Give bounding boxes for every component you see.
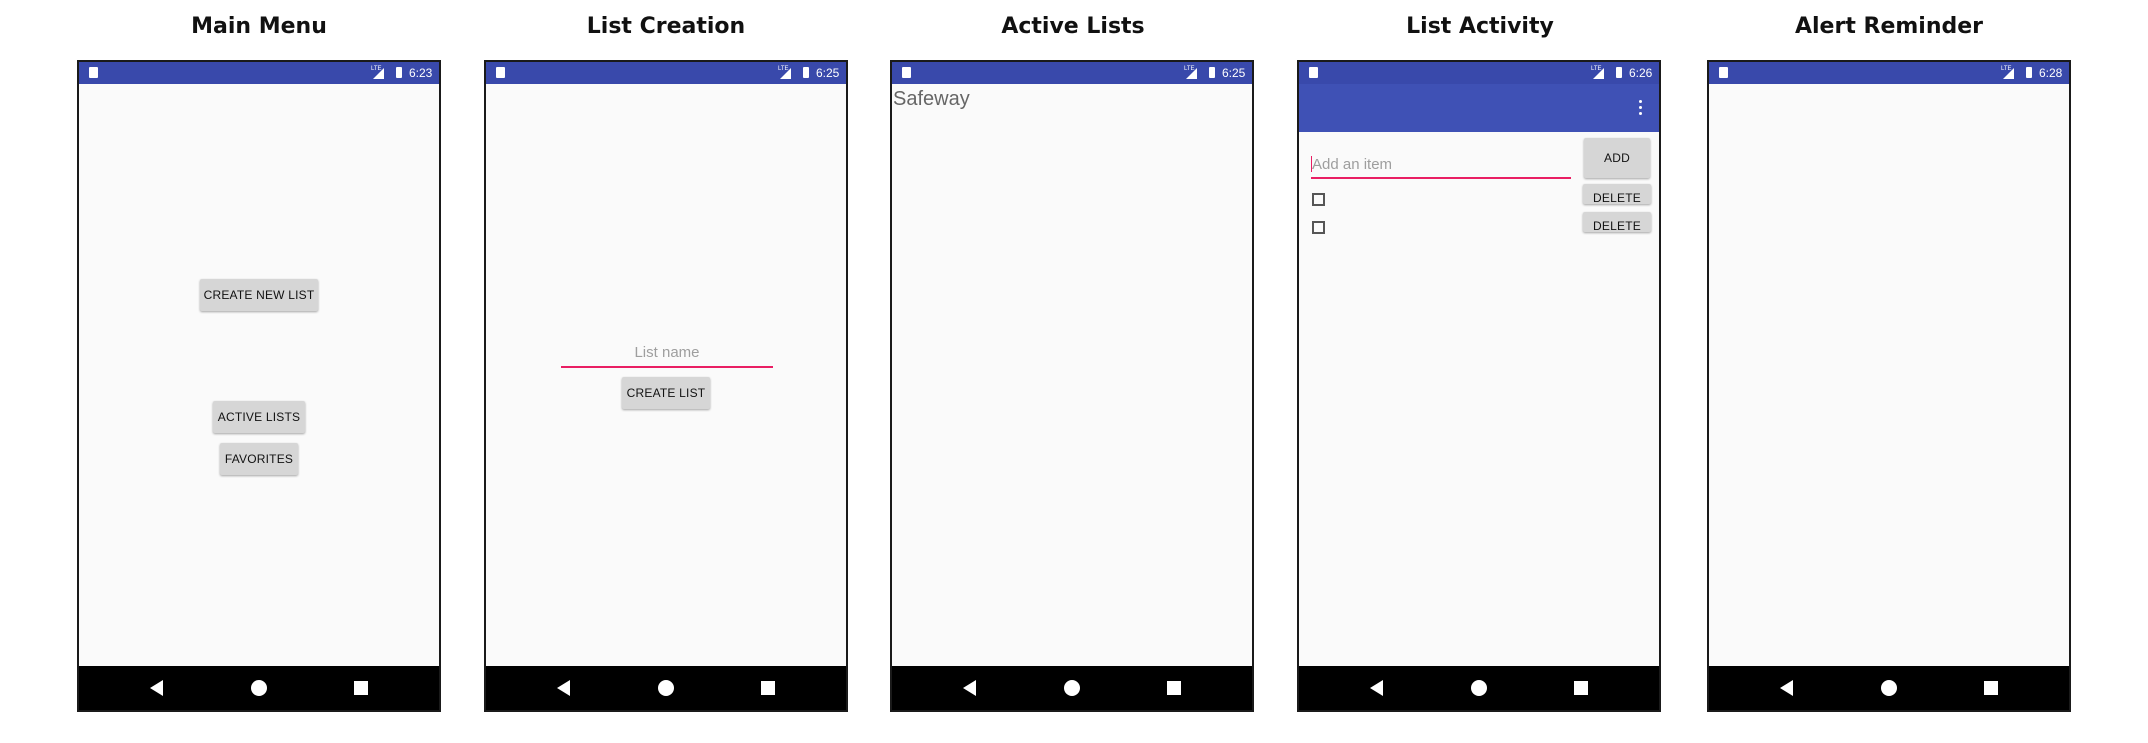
signal-icon: [373, 68, 384, 79]
add-item-input[interactable]: Add an item: [1311, 150, 1571, 180]
create-list-button[interactable]: CREATE LIST: [622, 377, 710, 409]
phone-list-creation: LTE 6:25 List name CREATE LIST: [484, 60, 848, 712]
status-time: 6:23: [409, 66, 433, 80]
back-icon[interactable]: [1370, 680, 1383, 696]
navigation-bar: [486, 666, 846, 710]
recents-icon[interactable]: [1574, 681, 1588, 695]
sd-card-icon: [1719, 67, 1728, 78]
add-item-underline: [1311, 177, 1571, 179]
status-bar: LTE 6:28: [1709, 62, 2069, 84]
status-bar: LTE 6:25: [486, 62, 846, 84]
home-icon[interactable]: [1881, 680, 1897, 696]
sd-card-icon: [89, 67, 98, 78]
battery-icon: [396, 67, 402, 78]
battery-icon: [1616, 67, 1622, 78]
home-icon[interactable]: [1064, 680, 1080, 696]
active-lists-button[interactable]: ACTIVE LISTS: [213, 401, 305, 433]
signal-icon: [1593, 68, 1604, 79]
status-time: 6:28: [2039, 66, 2063, 80]
title-alert-reminder: Alert Reminder: [1794, 14, 1984, 39]
status-bar: LTE 6:26: [1299, 62, 1659, 84]
list-name-underline: [561, 366, 773, 368]
favorites-button[interactable]: FAVORITES: [220, 443, 298, 475]
signal-icon: [1186, 68, 1197, 79]
navigation-bar: [1299, 666, 1659, 710]
sd-card-icon: [1309, 67, 1318, 78]
back-icon[interactable]: [963, 680, 976, 696]
list-item-safeway[interactable]: Safeway: [893, 88, 970, 111]
home-icon[interactable]: [251, 680, 267, 696]
status-time: 6:26: [1629, 66, 1653, 80]
add-item-placeholder: Add an item: [1312, 156, 1393, 173]
delete-button[interactable]: DELETE: [1583, 212, 1651, 232]
status-time: 6:25: [816, 66, 840, 80]
back-icon[interactable]: [150, 680, 163, 696]
phone-list-activity: LTE 6:26 Add an item ADD DELETE DELETE: [1297, 60, 1661, 712]
back-icon[interactable]: [557, 680, 570, 696]
recents-icon[interactable]: [1167, 681, 1181, 695]
navigation-bar: [892, 666, 1252, 710]
delete-button[interactable]: DELETE: [1583, 184, 1651, 204]
title-active-lists: Active Lists: [1001, 14, 1145, 39]
title-list-activity: List Activity: [1406, 14, 1554, 39]
app-bar: [1299, 84, 1659, 132]
recents-icon[interactable]: [761, 681, 775, 695]
phone-active-lists: LTE 6:25 Safeway: [890, 60, 1254, 712]
signal-icon: [2003, 68, 2014, 79]
add-button[interactable]: ADD: [1584, 138, 1650, 178]
overflow-menu-icon[interactable]: [1639, 100, 1643, 116]
sd-card-icon: [902, 67, 911, 78]
navigation-bar: [79, 666, 439, 710]
signal-icon: [780, 68, 791, 79]
create-new-list-button[interactable]: CREATE NEW LIST: [200, 279, 318, 311]
checkbox-icon[interactable]: [1312, 221, 1325, 234]
phone-main-menu: LTE 6:23 CREATE NEW LIST ACTIVE LISTS FA…: [77, 60, 441, 712]
title-list-creation: List Creation: [586, 14, 746, 39]
sd-card-icon: [496, 67, 505, 78]
title-main-menu: Main Menu: [191, 14, 327, 39]
status-time: 6:25: [1222, 66, 1246, 80]
battery-icon: [1209, 67, 1215, 78]
home-icon[interactable]: [1471, 680, 1487, 696]
checkbox-icon[interactable]: [1312, 193, 1325, 206]
recents-icon[interactable]: [1984, 681, 1998, 695]
status-bar: LTE 6:25: [892, 62, 1252, 84]
back-icon[interactable]: [1780, 680, 1793, 696]
navigation-bar: [1709, 666, 2069, 710]
battery-icon: [2026, 67, 2032, 78]
list-name-placeholder: List name: [634, 344, 700, 361]
recents-icon[interactable]: [354, 681, 368, 695]
home-icon[interactable]: [658, 680, 674, 696]
list-name-input[interactable]: List name: [561, 340, 773, 370]
status-bar: LTE 6:23: [79, 62, 439, 84]
phone-alert-reminder: LTE 6:28: [1707, 60, 2071, 712]
battery-icon: [803, 67, 809, 78]
